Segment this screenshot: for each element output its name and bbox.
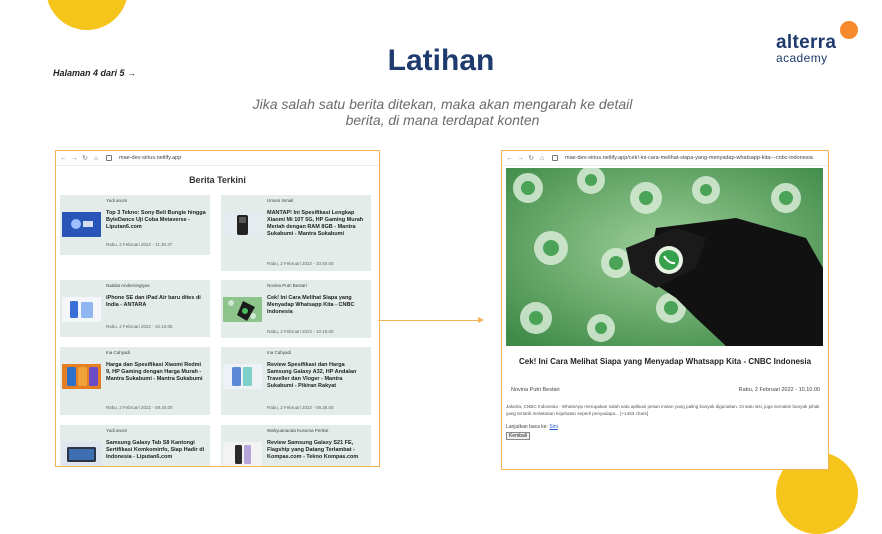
- logo-dot-icon: [840, 21, 858, 39]
- redmi-icon: [62, 364, 101, 389]
- news-card[interactable]: Ina Cahyadi Harga dan Spesifikasi Xiaomi…: [60, 347, 210, 415]
- browser-toolbar: ← → ↻ ⌂ mae-dev-sirius.netlify.app: [56, 151, 379, 166]
- card-author: Ina Cahyadi: [106, 350, 131, 355]
- address-bar[interactable]: mae-dev-sirius.netlify.app: [119, 155, 181, 161]
- card-date: Rabu, 2 Februari 2022 - 10.50.00: [267, 261, 334, 266]
- flow-arrow: [378, 320, 479, 321]
- card-headline[interactable]: Top 3 Tekno: Sony Beli Bungie hingga Byt…: [106, 210, 206, 231]
- browser-news-detail: ← → ↻ ⌂ mae-dev-sirius.netlify.app/cek!-…: [501, 150, 829, 470]
- card-author: Ina Cahyadi: [267, 350, 292, 355]
- read-more-link[interactable]: Sini: [549, 424, 557, 430]
- galaxy-s21-icon: [223, 442, 262, 466]
- browser-toolbar: ← → ↻ ⌂ mae-dev-sirius.netlify.app/cek!-…: [502, 151, 828, 166]
- card-headline[interactable]: iPhone SE dan iPad Air baru dites di Ind…: [106, 295, 206, 309]
- read-more: Lanjutkan baca ke: Sini: [506, 424, 558, 430]
- news-heading: Berita Terkini: [189, 175, 246, 185]
- galaxy-icon: [223, 364, 262, 389]
- news-card[interactable]: Umum Ismail MANTAP! Ini Spesifikasi Leng…: [221, 195, 371, 271]
- card-date: Rabu, 2 Februari 2022 - 11.30.37: [106, 242, 173, 247]
- browser-news-list: ← → ↻ ⌂ mae-dev-sirius.netlify.app Berit…: [55, 150, 380, 467]
- card-author: Novina Putri Bestari: [267, 283, 307, 288]
- decor-circle-top: [46, 0, 128, 30]
- card-headline[interactable]: Samsung Galaxy Tab S8 Kantongi Sertifika…: [106, 440, 206, 461]
- card-date: Rabu, 2 Februari 2022 - 10.10.00: [267, 329, 334, 334]
- whatsapp-icon: [223, 297, 262, 322]
- article-date: Rabu, 2 Februari 2022 - 10.10.00: [738, 387, 820, 393]
- address-bar[interactable]: mae-dev-sirius.netlify.app/cek!-ini-cara…: [565, 155, 813, 161]
- home-icon[interactable]: ⌂: [539, 155, 545, 162]
- slide-subtitle: Jika salah satu berita ditekan, maka aka…: [252, 96, 633, 128]
- phone-icon: [223, 212, 262, 237]
- news-card[interactable]: Wahyuananda Kusuma Pertiwi Review Samsun…: [221, 425, 371, 466]
- card-date: Rabu, 2 Februari 2022 - 09.35.00: [267, 405, 334, 410]
- playstation-icon: [62, 212, 101, 237]
- back-button[interactable]: Kembali: [506, 432, 531, 440]
- back-arrow-icon[interactable]: ←: [506, 155, 513, 162]
- flow-arrow-head-icon: [478, 317, 484, 323]
- news-card[interactable]: Novina Putri Bestari Cek! Ini Cara Melih…: [221, 280, 371, 338]
- card-author: Yudi anom: [106, 428, 128, 433]
- news-card[interactable]: Ina Cahyadi Review Spesifikasi dan Harga…: [221, 347, 371, 415]
- card-date: Rabu, 2 Februari 2022 - 10.10.05: [106, 324, 173, 329]
- reload-icon[interactable]: ↻: [82, 154, 88, 162]
- card-author: Natalia Anderningtyas: [106, 283, 150, 288]
- card-headline[interactable]: Review Samsung Galaxy S21 FE, Flagship y…: [267, 440, 367, 461]
- forward-arrow-icon[interactable]: →: [517, 155, 524, 162]
- card-date: Rabu, 2 Februari 2022 - 09.40.00: [106, 405, 173, 410]
- card-headline[interactable]: Review Spesifikasi dan Harga Samsung Gal…: [267, 362, 367, 390]
- card-headline[interactable]: Cek! Ini Cara Melihat Siapa yang Menyada…: [267, 295, 367, 316]
- card-headline[interactable]: Harga dan Spesifikasi Xiaomi Redmi 9, HP…: [106, 362, 206, 383]
- news-card[interactable]: Yudi anom Top 3 Tekno: Sony Beli Bungie …: [60, 195, 210, 255]
- forward-arrow-icon[interactable]: →: [71, 155, 78, 162]
- article-author: Novina Putri Bestari: [511, 387, 560, 393]
- lock-icon: [106, 155, 112, 161]
- article-title: Cek! Ini Cara Melihat Siapa yang Menyada…: [518, 357, 812, 366]
- reload-icon[interactable]: ↻: [528, 154, 534, 162]
- iphone-icon: [62, 297, 101, 322]
- card-author: Yudi anom: [106, 198, 128, 203]
- news-card[interactable]: Yudi anom Samsung Galaxy Tab S8 Kantongi…: [60, 425, 210, 466]
- card-headline[interactable]: MANTAP! Ini Spesifikasi Lengkap Xiaomi M…: [267, 210, 367, 238]
- home-icon[interactable]: ⌂: [93, 155, 99, 162]
- slide-title: Latihan: [387, 44, 495, 77]
- back-arrow-icon[interactable]: ←: [60, 155, 67, 162]
- lock-icon: [552, 155, 558, 161]
- whatsapp-hero-image: [506, 168, 823, 346]
- read-more-label: Lanjutkan baca ke:: [506, 424, 548, 430]
- card-author: Umum Ismail: [267, 198, 294, 203]
- card-author: Wahyuananda Kusuma Pertiwi: [267, 428, 329, 433]
- news-card[interactable]: Natalia Anderningtyas iPhone SE dan iPad…: [60, 280, 210, 337]
- tablet-icon: [62, 442, 101, 466]
- article-body: Jakarta, CNBC Indonesia - WhatsApp merup…: [506, 404, 820, 416]
